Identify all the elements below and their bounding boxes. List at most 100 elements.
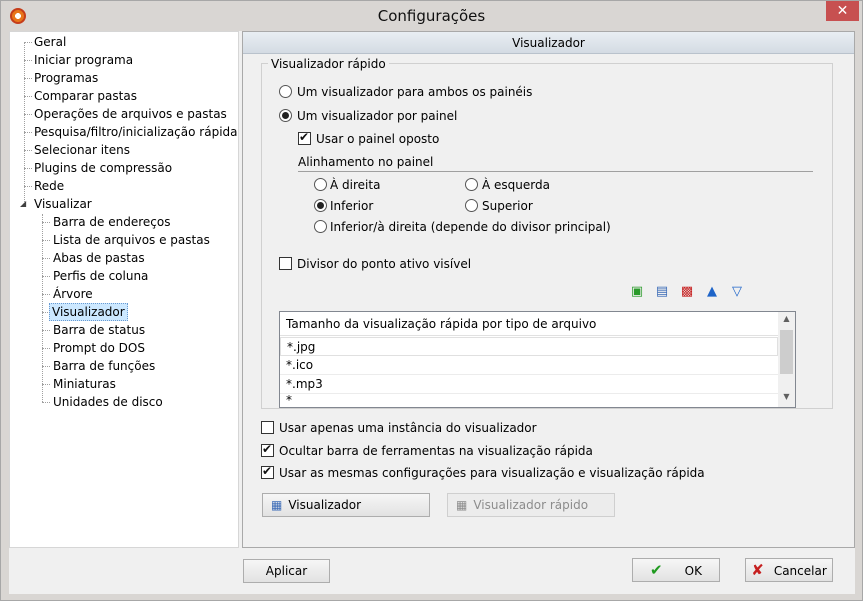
list-item[interactable]: *.jpg	[280, 337, 778, 356]
tree-item-barra-status[interactable]: Barra de status	[51, 321, 147, 339]
radio-viewer-per-panel[interactable]	[279, 109, 292, 122]
settings-window: Configurações ✕ Geral Iniciar programa P…	[0, 0, 863, 601]
tree-line	[24, 168, 32, 169]
quick-viewer-icon: ▦	[456, 498, 468, 512]
apply-button[interactable]: Aplicar	[243, 559, 330, 583]
tree-item-geral[interactable]: Geral	[32, 33, 68, 51]
align-right-label[interactable]: À direita	[330, 178, 380, 192]
ok-button-label: OK	[684, 564, 702, 578]
tree-item-rede[interactable]: Rede	[32, 177, 66, 195]
tree-line	[42, 276, 50, 277]
tree-item-comparar-pastas[interactable]: Comparar pastas	[32, 87, 139, 105]
align-bottom-label[interactable]: Inferior	[330, 199, 373, 213]
file-type-size-list[interactable]: Tamanho da visualização rápida por tipo …	[279, 311, 796, 408]
settings-tree[interactable]: Geral Iniciar programa Programas Compara…	[9, 31, 239, 548]
edit-item-icon[interactable]: ▤	[653, 284, 671, 300]
divider-visible-label[interactable]: Divisor do ponto ativo visível	[297, 257, 471, 271]
scroll-down-arrow-icon[interactable]: ▼	[778, 392, 795, 401]
tree-item-plugins[interactable]: Plugins de compressão	[32, 159, 174, 177]
tree-line	[24, 186, 32, 187]
tree-line	[42, 258, 50, 259]
viewer-button-label: Visualizador	[288, 498, 362, 512]
tree-item-pesquisa[interactable]: Pesquisa/filtro/inicialização rápida	[32, 123, 240, 141]
same-settings-label[interactable]: Usar as mesmas configurações para visual…	[279, 466, 705, 480]
tree-line	[42, 330, 50, 331]
list-header: Tamanho da visualização rápida por tipo …	[280, 312, 778, 336]
list-item[interactable]: *	[280, 394, 778, 407]
hide-toolbar-checkbox[interactable]	[261, 442, 274, 457]
use-opposite-panel-label[interactable]: Usar o painel oposto	[316, 132, 439, 146]
tree-item-barra-funcoes[interactable]: Barra de funções	[51, 357, 157, 375]
tree-item-visualizar[interactable]: Visualizar	[32, 195, 94, 213]
panel-title: Visualizador	[243, 32, 854, 54]
viewer-icon: ▦	[271, 498, 283, 512]
tree-item-barra-enderecos[interactable]: Barra de endereços	[51, 213, 172, 231]
radio-align-bottom-right[interactable]	[314, 220, 327, 233]
tree-item-arvore[interactable]: Árvore	[51, 285, 95, 303]
tree-line	[42, 348, 50, 349]
viewer-settings-panel: Visualizador Visualizador rápido Um visu…	[242, 31, 855, 548]
title-bar[interactable]: Configurações ✕	[1, 1, 862, 31]
tree-item-perfis-coluna[interactable]: Perfis de coluna	[51, 267, 150, 285]
tree-item-lista-arquivos[interactable]: Lista de arquivos e pastas	[51, 231, 212, 249]
tree-line	[42, 366, 50, 367]
tree-item-operacoes[interactable]: Operações de arquivos e pastas	[32, 105, 229, 123]
quick-viewer-settings-button[interactable]: ▦ Visualizador rápido	[447, 493, 615, 517]
quick-viewer-group-label: Visualizador rápido	[268, 57, 389, 71]
tree-line	[42, 402, 50, 403]
cancel-button-label: Cancelar	[773, 564, 827, 578]
list-scrollbar[interactable]: ▲ ▼	[778, 312, 795, 407]
dialog-client: Geral Iniciar programa Programas Compara…	[9, 31, 855, 594]
move-down-icon[interactable]: ▽	[728, 284, 746, 300]
tree-line	[24, 96, 32, 97]
radio-align-right[interactable]	[314, 178, 327, 191]
scroll-up-arrow-icon[interactable]: ▲	[778, 314, 795, 323]
cancel-button[interactable]: ✘ Cancelar	[745, 558, 833, 582]
tree-item-programas[interactable]: Programas	[32, 69, 100, 87]
single-instance-label[interactable]: Usar apenas uma instância do visualizado…	[279, 421, 537, 435]
radio-one-viewer-both-label[interactable]: Um visualizador para ambos os painéis	[297, 85, 532, 99]
quick-viewer-button-label: Visualizador rápido	[473, 498, 589, 512]
divider-visible-checkbox[interactable]	[279, 257, 292, 270]
collapse-arrow-icon[interactable]: ◢	[20, 199, 26, 208]
radio-align-top[interactable]	[465, 199, 478, 212]
list-item[interactable]: *.ico	[280, 356, 778, 375]
radio-one-viewer-both[interactable]	[279, 85, 292, 98]
viewer-settings-button[interactable]: ▦ Visualizador	[262, 493, 430, 517]
scroll-thumb[interactable]	[780, 330, 793, 374]
window-title: Configurações	[377, 7, 486, 25]
hide-toolbar-label[interactable]: Ocultar barra de ferramentas na visualiz…	[279, 444, 593, 458]
ok-button[interactable]: ✔ OK	[632, 558, 720, 582]
tree-item-visualizador[interactable]: Visualizador	[49, 303, 128, 321]
tree-item-iniciar-programa[interactable]: Iniciar programa	[32, 51, 135, 69]
tree-line	[42, 294, 50, 295]
move-up-icon[interactable]: ▲	[703, 284, 721, 300]
tree-item-unidades-disco[interactable]: Unidades de disco	[51, 393, 165, 411]
tree-line	[24, 114, 32, 115]
single-instance-checkbox[interactable]	[261, 421, 274, 434]
use-opposite-panel-checkbox[interactable]	[298, 130, 311, 145]
list-item[interactable]: *.mp3	[280, 375, 778, 394]
alignment-separator	[298, 171, 813, 172]
cancel-x-icon: ✘	[751, 561, 764, 579]
radio-align-bottom[interactable]	[314, 199, 327, 212]
add-item-icon[interactable]: ▣	[628, 284, 646, 300]
tree-line	[24, 132, 32, 133]
checkmark-icon: ✔	[650, 561, 663, 579]
tree-line	[24, 42, 32, 43]
tree-line	[24, 42, 25, 202]
tree-line	[42, 214, 43, 402]
close-button[interactable]: ✕	[826, 1, 859, 21]
tree-item-abas-pastas[interactable]: Abas de pastas	[51, 249, 147, 267]
align-top-label[interactable]: Superior	[482, 199, 533, 213]
tree-line	[24, 60, 32, 61]
align-left-label[interactable]: À esquerda	[482, 178, 550, 192]
tree-item-miniaturas[interactable]: Miniaturas	[51, 375, 118, 393]
radio-viewer-per-panel-label[interactable]: Um visualizador por painel	[297, 109, 457, 123]
radio-align-left[interactable]	[465, 178, 478, 191]
tree-item-selecionar-itens[interactable]: Selecionar itens	[32, 141, 132, 159]
delete-item-icon[interactable]: ▩	[678, 284, 696, 300]
align-bottom-right-label[interactable]: Inferior/à direita (depende do divisor p…	[330, 220, 611, 234]
same-settings-checkbox[interactable]	[261, 464, 274, 479]
tree-item-prompt-dos[interactable]: Prompt do DOS	[51, 339, 147, 357]
